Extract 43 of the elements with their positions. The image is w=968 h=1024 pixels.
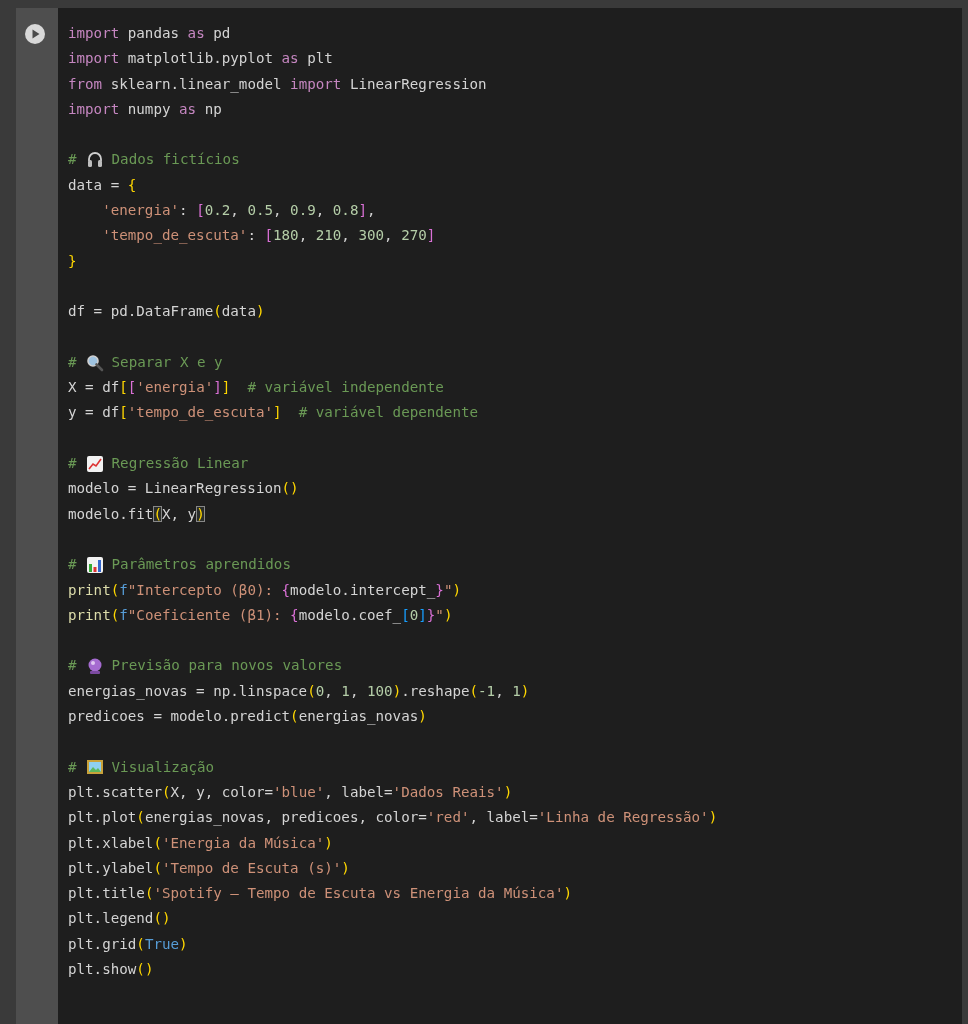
code-comment: #	[68, 555, 77, 575]
code-line: plt.ylabel('Tempo de Escuta (s)')	[68, 858, 350, 878]
code-line: 'tempo_de_escuta': [180, 210, 300, 270]	[101, 226, 436, 246]
code-comment: Previsão para novos valores	[111, 656, 343, 676]
code-line: plt.legend()	[68, 909, 171, 929]
code-line: plt.scatter(X, y, color='blue', label='Dados Reais')	[68, 782, 513, 802]
code-comment: Visualização	[111, 757, 215, 777]
code-comment: #	[68, 150, 77, 170]
code-line: plt.plot(energias_novas, predicoes, color='red', label='Linha de Regressão')	[68, 808, 718, 828]
code-comment: #	[68, 656, 77, 676]
framed-picture-icon	[85, 758, 104, 777]
code-line: plt.title('Spotify – Tempo de Escuta vs Energia da Música')	[68, 884, 572, 904]
run-button[interactable]	[24, 23, 46, 45]
code-line: df = pd.DataFrame(data)	[68, 302, 265, 322]
bar-chart-icon	[85, 555, 104, 574]
code-line: plt.grid(True)	[68, 934, 188, 954]
line-chart-icon	[85, 454, 104, 473]
code-line: print(f"Coeficiente (β1): {modelo.coef_[0]}")	[68, 605, 453, 626]
code-line: modelo.fit(X, y)	[68, 504, 205, 524]
code-line: modelo = LinearRegression()	[68, 479, 299, 499]
magnifier-icon	[85, 353, 104, 372]
code-comment: Separar X e y	[111, 352, 223, 372]
code-line: from sklearn.linear_model import LinearRegression	[68, 74, 487, 95]
code-comment: #	[68, 352, 77, 372]
headphones-icon	[85, 151, 104, 170]
code-line: 'energia': [0.2, 0.5, 0.9, 0.8],	[101, 201, 376, 221]
code-line: plt.xlabel('Energia da Música')	[68, 833, 333, 853]
code-line: X = df[['energia']] # variável independente	[68, 378, 444, 398]
code-line: import matplotlib.pyplot as plt	[68, 49, 333, 69]
code-line: predicoes = modelo.predict(energias_novas)	[68, 707, 427, 727]
code-line: import numpy as np	[68, 99, 222, 119]
code-line: data = {	[68, 175, 137, 195]
code-line: energias_novas = np.linspace(0, 1, 100).reshape(-1, 1)	[68, 681, 530, 702]
code-comment: Dados fictícios	[111, 150, 240, 170]
code-comment: Parâmetros aprendidos	[111, 555, 291, 575]
code-line: plt.show()	[68, 960, 154, 979]
code-comment: #	[68, 757, 77, 777]
code-line: }	[68, 251, 77, 271]
code-line: import pandas as pd	[68, 24, 231, 43]
code-line: y = df['tempo_de_escuta'] # variável dependente	[68, 403, 478, 423]
code-line: print(f"Intercepto (β0): {modelo.intercept_}")	[68, 580, 461, 601]
code-comment: #	[68, 454, 77, 474]
code-comment: Regressão Linear	[111, 454, 249, 474]
